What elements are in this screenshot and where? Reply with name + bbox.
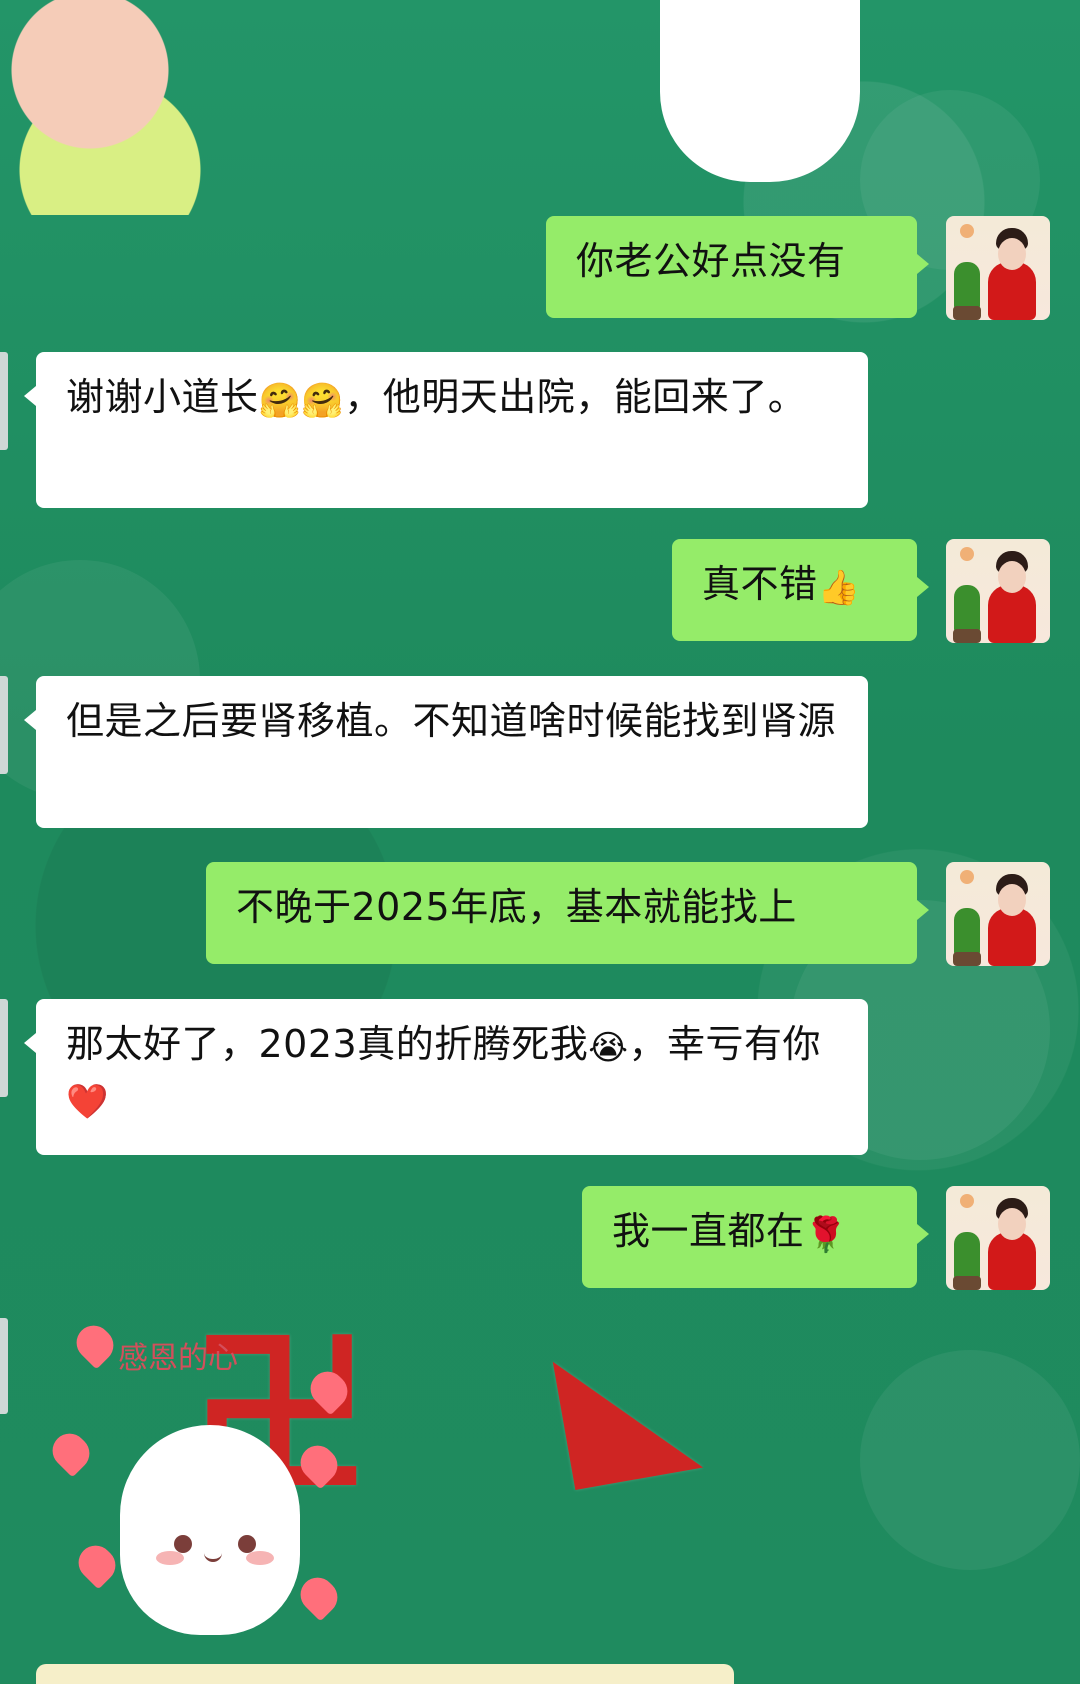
avatar-sun — [960, 224, 974, 238]
chat-message-left[interactable]: 那太好了，2023真的折腾死我😭，幸亏有你 ❤️ — [24, 999, 868, 1155]
rose-icon: 🌹 — [804, 1215, 848, 1255]
avatar-face — [998, 1208, 1026, 1240]
avatar-sun — [960, 1194, 974, 1208]
sticker-character — [120, 1425, 300, 1635]
left-avatar-edge — [0, 676, 8, 774]
chat-message-right[interactable]: 我一直都在🌹 — [582, 1186, 929, 1288]
top-center-sticker — [660, 0, 860, 182]
avatar-body — [988, 585, 1036, 643]
hug-emoji-icon: 🤗🤗 — [258, 381, 345, 421]
message-text: 谢谢小道长 — [66, 375, 259, 419]
message-text: 那太好了，2023真的折腾死我 — [66, 1022, 589, 1066]
sticker-cheek — [246, 1551, 274, 1565]
avatar-plant — [954, 1232, 980, 1280]
avatar-body — [988, 1232, 1036, 1290]
thumbs-up-icon: 👍 — [817, 568, 861, 608]
chat-message-right[interactable]: 真不错👍 — [672, 539, 929, 641]
profile-avatar-icon[interactable] — [946, 539, 1050, 643]
heart-icon — [293, 1438, 345, 1490]
sticker-caption: 感恩的心 — [118, 1341, 238, 1376]
sticker-eye — [238, 1535, 256, 1553]
message-text: 真不错 — [702, 562, 818, 606]
profile-avatar-icon[interactable] — [946, 1186, 1050, 1290]
partial-message-bubble[interactable] — [36, 1664, 734, 1684]
profile-avatar-icon[interactable] — [946, 216, 1050, 320]
heart-icon — [45, 1426, 97, 1478]
avatar-body — [988, 262, 1036, 320]
message-text: ，幸亏有你 — [628, 1022, 821, 1066]
message-text: 但是之后要肾移植。不知道啥时候能找到肾源 — [66, 699, 837, 743]
heart-icon — [303, 1364, 355, 1416]
message-text: 我一直都在 — [612, 1209, 805, 1253]
chat-message-right[interactable]: 不晚于2025年底，基本就能找上 — [206, 862, 929, 964]
avatar-face — [998, 238, 1026, 270]
heart-icon: ❤️ — [66, 1082, 109, 1122]
heart-icon — [293, 1570, 345, 1622]
avatar-sun — [960, 870, 974, 884]
avatar-plant — [954, 585, 980, 633]
avatar-body — [988, 908, 1036, 966]
message-text: 你老公好点没有 — [576, 239, 846, 283]
sticker-eye — [174, 1535, 192, 1553]
avatar-pot — [953, 629, 981, 643]
sticker-icon[interactable]: 感恩的心 — [40, 1315, 370, 1645]
avatar-pot — [953, 306, 981, 320]
background-decoration — [860, 1350, 1080, 1570]
sticker-mouth — [204, 1549, 222, 1562]
profile-avatar-icon[interactable] — [946, 862, 1050, 966]
avatar-face — [998, 884, 1026, 916]
avatar-sun — [960, 547, 974, 561]
avatar-pot — [953, 1276, 981, 1290]
left-avatar-edge — [0, 999, 8, 1097]
avatar-plant — [954, 262, 980, 310]
avatar-plant — [954, 908, 980, 956]
heart-icon — [71, 1538, 123, 1590]
left-avatar-edge — [0, 352, 8, 450]
sticker-cheek — [156, 1551, 184, 1565]
message-text: 不晚于2025年底，基本就能找上 — [236, 885, 797, 929]
crying-face-icon: 😭 — [588, 1028, 629, 1068]
avatar-face — [998, 561, 1026, 593]
avatar-pot — [953, 952, 981, 966]
chat-message-right[interactable]: 你老公好点没有 — [546, 216, 929, 318]
chat-message-left[interactable]: 谢谢小道长🤗🤗，他明天出院，能回来了。 — [24, 352, 868, 508]
message-text: ，他明天出院，能回来了。 — [344, 375, 807, 419]
top-left-sticker — [0, 0, 230, 215]
heart-icon — [69, 1318, 121, 1370]
left-avatar-edge — [0, 1318, 8, 1414]
chat-message-left[interactable]: 但是之后要肾移植。不知道啥时候能找到肾源 — [24, 676, 868, 828]
